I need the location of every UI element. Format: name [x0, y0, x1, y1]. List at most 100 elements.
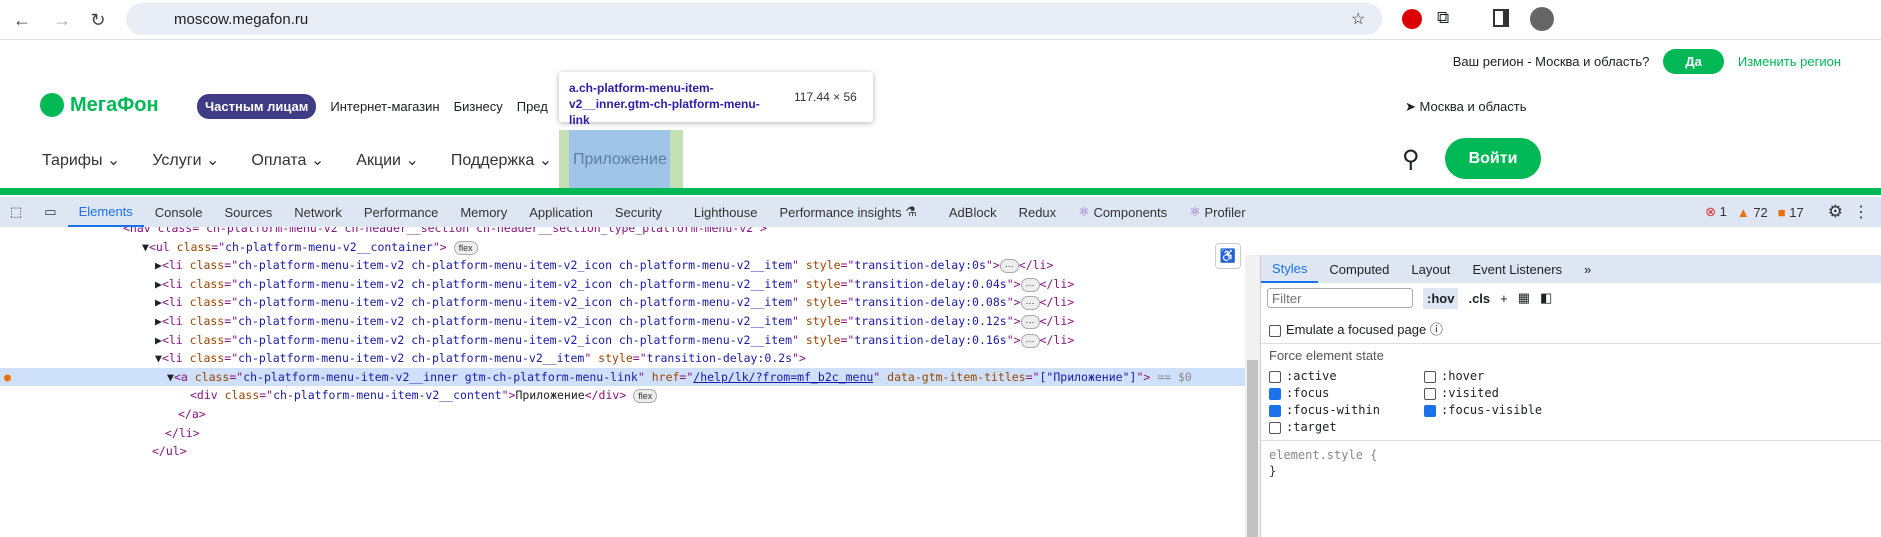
login-button[interactable]: Войти	[1445, 138, 1541, 179]
state-checkbox[interactable]	[1269, 421, 1281, 434]
accessibility-tree-toggle-icon[interactable]: ♿	[1215, 243, 1241, 269]
sidebar-toggle-icon[interactable]: ◧	[1540, 290, 1552, 306]
force-state-option[interactable]: :hover	[1424, 369, 1584, 383]
new-rule-icon[interactable]: +	[1500, 291, 1508, 306]
error-count[interactable]: ⊗ 1	[1705, 204, 1727, 220]
region-yes-button[interactable]: Да	[1663, 48, 1724, 74]
tab-memory[interactable]: Memory	[449, 197, 518, 227]
more-vert-icon[interactable]: ⋮	[1853, 202, 1869, 222]
main-menu: Тарифы ⌄ Услуги ⌄ Оплата ⌄ Акции ⌄ Подде…	[42, 150, 552, 170]
warning-count[interactable]: ▲ 72	[1737, 205, 1768, 220]
tab-performance[interactable]: Performance	[353, 197, 449, 227]
tab-console[interactable]: Console	[144, 197, 214, 227]
menu-support[interactable]: Поддержка ⌄	[451, 150, 552, 170]
tab-components[interactable]: ⚛ Components	[1067, 197, 1178, 227]
tab-adblock[interactable]: AdBlock	[938, 197, 1008, 227]
dom-nav[interactable]: <nav class="ch-platform-menu-v2 ch-heade…	[0, 227, 1245, 238]
tab-performance-insights[interactable]: Performance insights ⚗	[768, 197, 927, 227]
emulate-label: Emulate a focused page	[1286, 322, 1427, 337]
tab-application[interactable]: Application	[518, 197, 604, 227]
force-state-option[interactable]: :focus-visible	[1424, 403, 1584, 417]
dom-div[interactable]: <div class="ch-platform-menu-item-v2__co…	[0, 386, 1245, 405]
tab-network[interactable]: Network	[283, 197, 353, 227]
side-panel-icon[interactable]	[1493, 9, 1509, 27]
tab-redux[interactable]: Redux	[1008, 197, 1068, 227]
force-state-grid: :active:hover:focus:visited:focus-within…	[1261, 367, 1881, 436]
state-checkbox[interactable]	[1424, 387, 1436, 400]
dom-ul[interactable]: ▼<ul class="ch-platform-menu-v2__contain…	[0, 238, 1245, 257]
state-checkbox[interactable]	[1269, 404, 1281, 417]
state-checkbox[interactable]	[1269, 370, 1281, 383]
segment-business[interactable]: Бизнесу	[454, 99, 503, 114]
extensions-icon[interactable]: ⧉	[1437, 8, 1449, 28]
force-state-option[interactable]: :active	[1269, 369, 1424, 383]
dom-a-selected[interactable]: ● ▼<a class="ch-platform-menu-item-v2__in…	[0, 367, 1245, 387]
emulate-checkbox[interactable]	[1269, 324, 1281, 337]
cls-toggle[interactable]: .cls	[1468, 291, 1490, 306]
styles-pane: Styles Computed Layout Event Listeners »…	[1260, 255, 1881, 537]
dom-scrollbar-thumb[interactable]	[1247, 360, 1258, 537]
state-checkbox[interactable]	[1424, 404, 1436, 417]
tab-security[interactable]: Security	[604, 197, 673, 227]
location-link[interactable]: ➤ Москва и область	[1405, 99, 1527, 115]
menu-app[interactable]: Приложение	[573, 151, 667, 169]
state-checkbox[interactable]	[1269, 387, 1281, 400]
ellipsis-badge: ⋯	[1020, 296, 1040, 311]
styles-filter-input[interactable]	[1267, 288, 1413, 308]
reload-icon[interactable]: ↻	[84, 6, 112, 34]
force-state-option[interactable]: :focus-within	[1269, 403, 1424, 417]
settings-gear-icon[interactable]: ⚙	[1828, 202, 1843, 222]
green-divider	[0, 188, 1881, 195]
tab-computed[interactable]: Computed	[1318, 255, 1400, 283]
dom-li[interactable]: ▶<li class="ch-platform-menu-item-v2 ch-…	[0, 256, 1245, 275]
emulate-focus[interactable]: Emulate a focused page ⓘ	[1261, 313, 1881, 343]
force-state-option[interactable]: :visited	[1424, 386, 1584, 400]
segment-private[interactable]: Частным лицам	[197, 94, 317, 119]
segment-more[interactable]: Пред	[517, 99, 548, 114]
tab-styles[interactable]: Styles	[1261, 255, 1319, 283]
tab-layout[interactable]: Layout	[1400, 255, 1461, 283]
dom-li[interactable]: ▶<li class="ch-platform-menu-item-v2 ch-…	[0, 331, 1245, 350]
tab-profiler[interactable]: ⚛ Profiler	[1178, 197, 1256, 227]
forward-icon[interactable]: →	[48, 6, 76, 34]
device-toolbar-icon[interactable]: ▭	[33, 197, 67, 227]
dom-li[interactable]: ▶<li class="ch-platform-menu-item-v2 ch-…	[0, 275, 1245, 294]
hov-toggle[interactable]: :hov	[1423, 287, 1459, 309]
avatar[interactable]	[1530, 7, 1554, 31]
change-region-link[interactable]: Изменить регион	[1738, 54, 1841, 69]
menu-services[interactable]: Услуги ⌄	[152, 150, 219, 170]
star-icon[interactable]: ☆	[1351, 9, 1365, 29]
address-bar[interactable]: moscow.megafon.ru ☆	[126, 3, 1382, 35]
ellipsis-badge: ⋯	[1020, 333, 1040, 348]
issue-count[interactable]: ■ 17	[1778, 205, 1804, 220]
back-icon[interactable]: ←	[8, 6, 36, 34]
dom-li-open[interactable]: ▼<li class="ch-platform-menu-item-v2 ch-…	[0, 349, 1245, 368]
tab-lighthouse[interactable]: Lighthouse	[683, 197, 769, 227]
state-checkbox[interactable]	[1424, 370, 1436, 383]
tab-event-listeners[interactable]: Event Listeners	[1461, 255, 1573, 283]
segment-shop[interactable]: Интернет-магазин	[330, 99, 439, 114]
logo-text: МегаФон	[70, 93, 159, 116]
adblock-icon[interactable]	[1402, 9, 1422, 29]
search-icon[interactable]: ⚲	[1402, 145, 1420, 174]
segment-nav: Частным лицам Интернет-магазин Бизнесу П…	[197, 94, 548, 119]
inspect-element-icon[interactable]: ⬚	[0, 197, 33, 227]
menu-payment[interactable]: Оплата ⌄	[251, 150, 324, 170]
more-tabs-icon[interactable]: »	[1573, 255, 1602, 283]
region-bar: Ваш регион - Москва и область? Да Измени…	[0, 40, 1881, 82]
dom-li[interactable]: ▶<li class="ch-platform-menu-item-v2 ch-…	[0, 293, 1245, 312]
force-state-option[interactable]: :focus	[1269, 386, 1424, 400]
dom-li[interactable]: ▶<li class="ch-platform-menu-item-v2 ch-…	[0, 312, 1245, 331]
url-text: moscow.megafon.ru	[174, 10, 309, 28]
force-state-option[interactable]: :target	[1269, 420, 1424, 434]
tab-elements[interactable]: Elements	[67, 197, 144, 227]
element-style-rule[interactable]: element.style {}	[1261, 440, 1881, 479]
megafon-logo[interactable]: МегаФон	[40, 93, 159, 117]
paint-icon[interactable]: ▦	[1518, 290, 1530, 306]
location-text: Москва и область	[1419, 99, 1527, 114]
force-state-label: Force element state	[1261, 343, 1881, 367]
tab-sources[interactable]: Sources	[214, 197, 284, 227]
menu-tariffs[interactable]: Тарифы ⌄	[42, 150, 120, 170]
menu-promos[interactable]: Акции ⌄	[356, 150, 419, 170]
inspect-tooltip: a.ch-platform-menu-item-v2__inner.gtm-ch…	[559, 72, 873, 127]
